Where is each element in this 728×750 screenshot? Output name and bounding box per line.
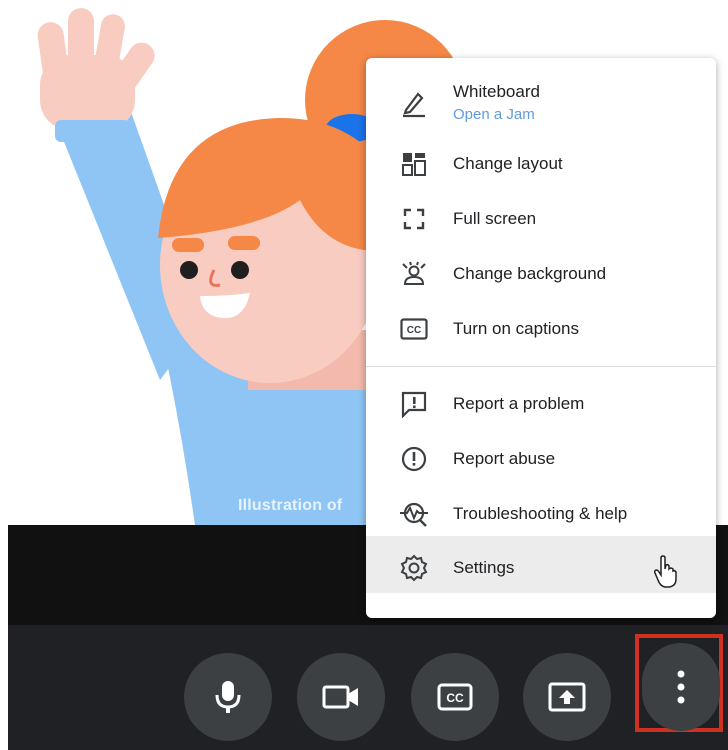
settings-icon [396,550,432,586]
present-icon [548,682,586,712]
illustration-caption: Illustration of [238,497,343,514]
fullscreen-icon [396,201,432,237]
menu-item-label: Change background [453,264,607,283]
captions-icon: CC [396,311,432,347]
menu-item-label: Report abuse [453,449,556,468]
report-abuse-icon [396,441,432,477]
menu-item-change-layout[interactable]: Change layout [366,136,716,192]
svg-text:CC: CC [446,691,464,705]
svg-text:CC: CC [407,325,421,336]
menu-item-change-background[interactable]: Change background [366,246,716,302]
present-button[interactable] [523,653,611,741]
report-problem-icon [396,386,432,422]
menu-divider [366,366,716,367]
troubleshooting-icon [396,496,432,532]
menu-item-report-a-problem[interactable]: Report a problem [366,376,716,432]
menu-item-label: Report a problem [453,394,585,413]
menu-item-label: Troubleshooting & help [453,504,628,523]
microphone-button[interactable] [184,653,272,741]
menu-item-label: Whiteboard [453,82,540,101]
cc-icon: CC [437,683,473,711]
captions-button[interactable]: CC [411,653,499,741]
menu-item-turn-on-captions[interactable]: CC Turn on captions [366,301,716,357]
background-icon [396,256,432,292]
more-options-button[interactable] [642,643,720,731]
pen-icon [396,86,432,122]
menu-item-label: Full screen [453,209,537,228]
camera-icon [322,685,358,709]
menu-item-report-abuse[interactable]: Report abuse [366,431,716,487]
menu-item-sublabel: Open a Jam [453,106,535,123]
menu-item-troubleshooting-help[interactable]: Troubleshooting & help [366,486,716,542]
more-vert-icon [677,670,685,704]
menu-item-whiteboard[interactable]: Whiteboard Open a Jam [366,72,716,134]
layout-icon [396,146,432,182]
hand-cursor-icon [654,555,677,588]
menu-item-label: Settings [453,558,515,577]
more-options-menu: Whiteboard Open a Jam Change layout Full… [366,58,716,618]
menu-item-full-screen[interactable]: Full screen [366,191,716,247]
camera-button[interactable] [297,653,385,741]
menu-item-label: Change layout [453,154,563,173]
mic-icon [215,681,241,713]
menu-item-label: Turn on captions [453,319,579,338]
